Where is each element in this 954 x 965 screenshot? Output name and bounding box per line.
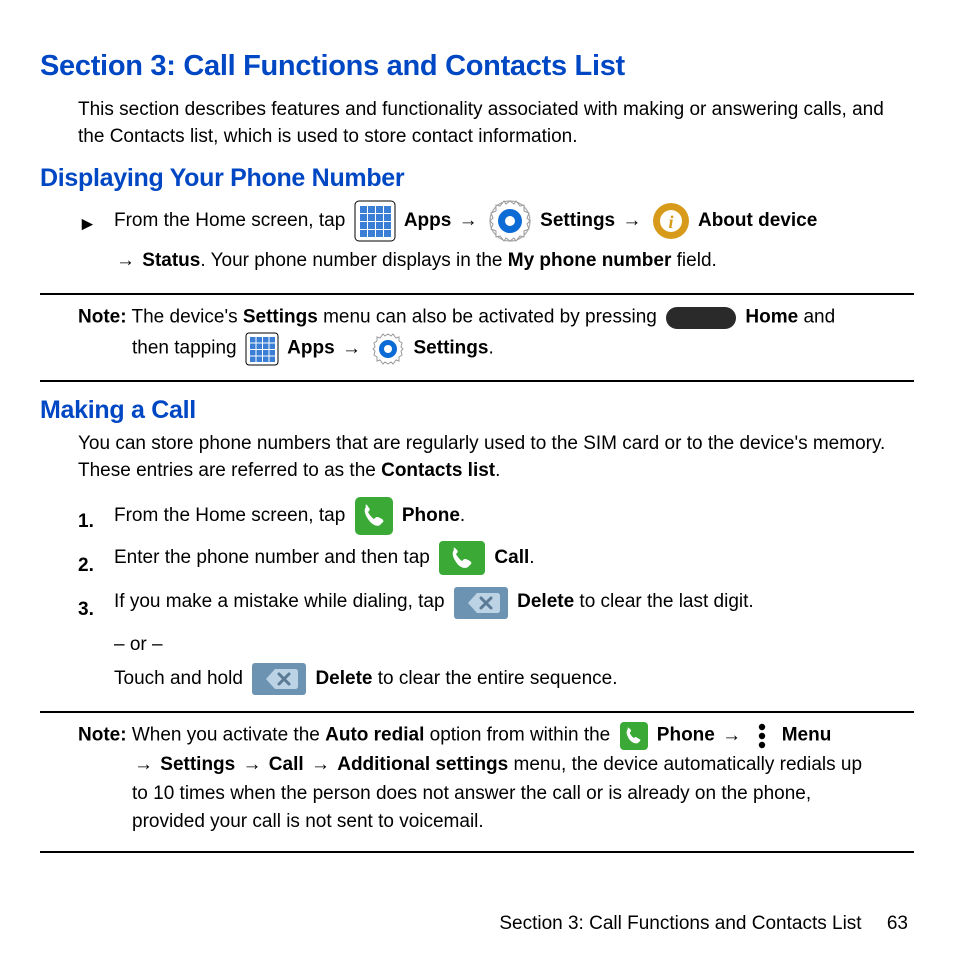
label-home: Home (745, 306, 798, 327)
page-footer: Section 3: Call Functions and Contacts L… (40, 913, 914, 935)
text: . Your phone number displays in the (200, 250, 507, 271)
apps-grid-icon (245, 332, 279, 366)
label-my-phone-number: My phone number (508, 250, 672, 271)
making-call-intro: You can store phone numbers that are reg… (78, 431, 914, 484)
home-button-icon (665, 306, 737, 330)
text: Touch and hold (114, 668, 248, 689)
arrow-icon: → (342, 338, 366, 359)
apps-grid-icon (354, 200, 396, 242)
label-call: Call (494, 547, 529, 568)
arrow-icon: → (459, 210, 478, 231)
section-title: Section 3: Call Functions and Contacts L… (40, 50, 914, 83)
arrow-icon: → (722, 725, 746, 746)
subheading-making-call: Making a Call (40, 396, 914, 425)
text: . (460, 505, 465, 526)
step-3: 3. If you make a mistake while dialing, … (78, 584, 914, 628)
note-settings-alt: Note: The device's Settings menu can als… (78, 303, 876, 366)
phone-app-icon (619, 721, 649, 751)
text: and (798, 306, 835, 327)
arrow-icon: → (134, 754, 158, 775)
step-1: 1. From the Home screen, tap Phone. (78, 496, 914, 540)
arrow-icon: → (311, 754, 335, 775)
text: menu can also be activated by pressing (318, 306, 662, 327)
text: . (529, 547, 534, 568)
label-settings: Settings (540, 210, 615, 231)
step-number: 1. (78, 496, 114, 540)
label-phone: Phone (657, 725, 715, 746)
label-delete: Delete (315, 668, 372, 689)
label-delete: Delete (517, 591, 574, 612)
page-number: 63 (887, 913, 908, 934)
text: to clear the last digit. (574, 591, 754, 612)
play-bullet-icon: ► (78, 199, 114, 243)
footer-section: Section 3: Call Functions and Contacts L… (499, 913, 861, 934)
text: field. (671, 250, 716, 271)
step-3-alt: Touch and hold Delete to clear the entir… (114, 661, 914, 697)
arrow-icon: → (243, 754, 267, 775)
label-apps: Apps (287, 338, 335, 359)
step-number: 2. (78, 540, 114, 584)
section-intro: This section describes features and func… (78, 97, 914, 150)
text: option from within the (424, 725, 615, 746)
delete-backspace-icon (453, 586, 509, 620)
step-number: 3. (78, 584, 114, 628)
step-display-number: ► From the Home screen, tap Apps → Setti… (78, 199, 914, 279)
divider (40, 380, 914, 382)
call-button-icon (438, 540, 486, 576)
text: then tapping (132, 338, 242, 359)
text: . (488, 338, 493, 359)
delete-backspace-icon (251, 662, 307, 696)
label-call: Call (269, 754, 304, 775)
text: If you make a mistake while dialing, tap (114, 591, 450, 612)
label-phone: Phone (402, 505, 460, 526)
note-label: Note: (78, 306, 127, 327)
divider (40, 851, 914, 853)
text: to clear the entire sequence. (372, 668, 617, 689)
subheading-display-number: Displaying Your Phone Number (40, 164, 914, 193)
settings-gear-icon (371, 332, 405, 366)
label-about-device: About device (698, 210, 817, 231)
label-status: Status (142, 250, 200, 271)
divider (40, 711, 914, 713)
note-auto-redial: Note: When you activate the Auto redial … (78, 721, 876, 837)
label-settings: Settings (160, 754, 235, 775)
label-auto-redial: Auto redial (325, 725, 424, 746)
text: From the Home screen, tap (114, 505, 351, 526)
text: When you activate the (127, 725, 326, 746)
step-2: 2. Enter the phone number and then tap C… (78, 540, 914, 584)
label-settings: Settings (414, 338, 489, 359)
info-about-icon: i (652, 202, 690, 240)
arrow-icon: → (116, 250, 135, 271)
text: The device's (127, 306, 243, 327)
divider (40, 293, 914, 295)
text: Enter the phone number and then tap (114, 547, 435, 568)
label-additional-settings: Additional settings (337, 754, 508, 775)
label-settings: Settings (243, 306, 318, 327)
label-menu: Menu (782, 725, 832, 746)
phone-app-icon (354, 496, 394, 536)
note-label: Note: (78, 725, 127, 746)
text: From the Home screen, tap (114, 210, 351, 231)
settings-gear-icon (488, 199, 532, 243)
label-apps: Apps (404, 210, 452, 231)
svg-text:i: i (668, 212, 673, 232)
arrow-icon: → (622, 210, 641, 231)
menu-dots-icon (751, 721, 773, 751)
or-separator: – or – (114, 629, 914, 661)
